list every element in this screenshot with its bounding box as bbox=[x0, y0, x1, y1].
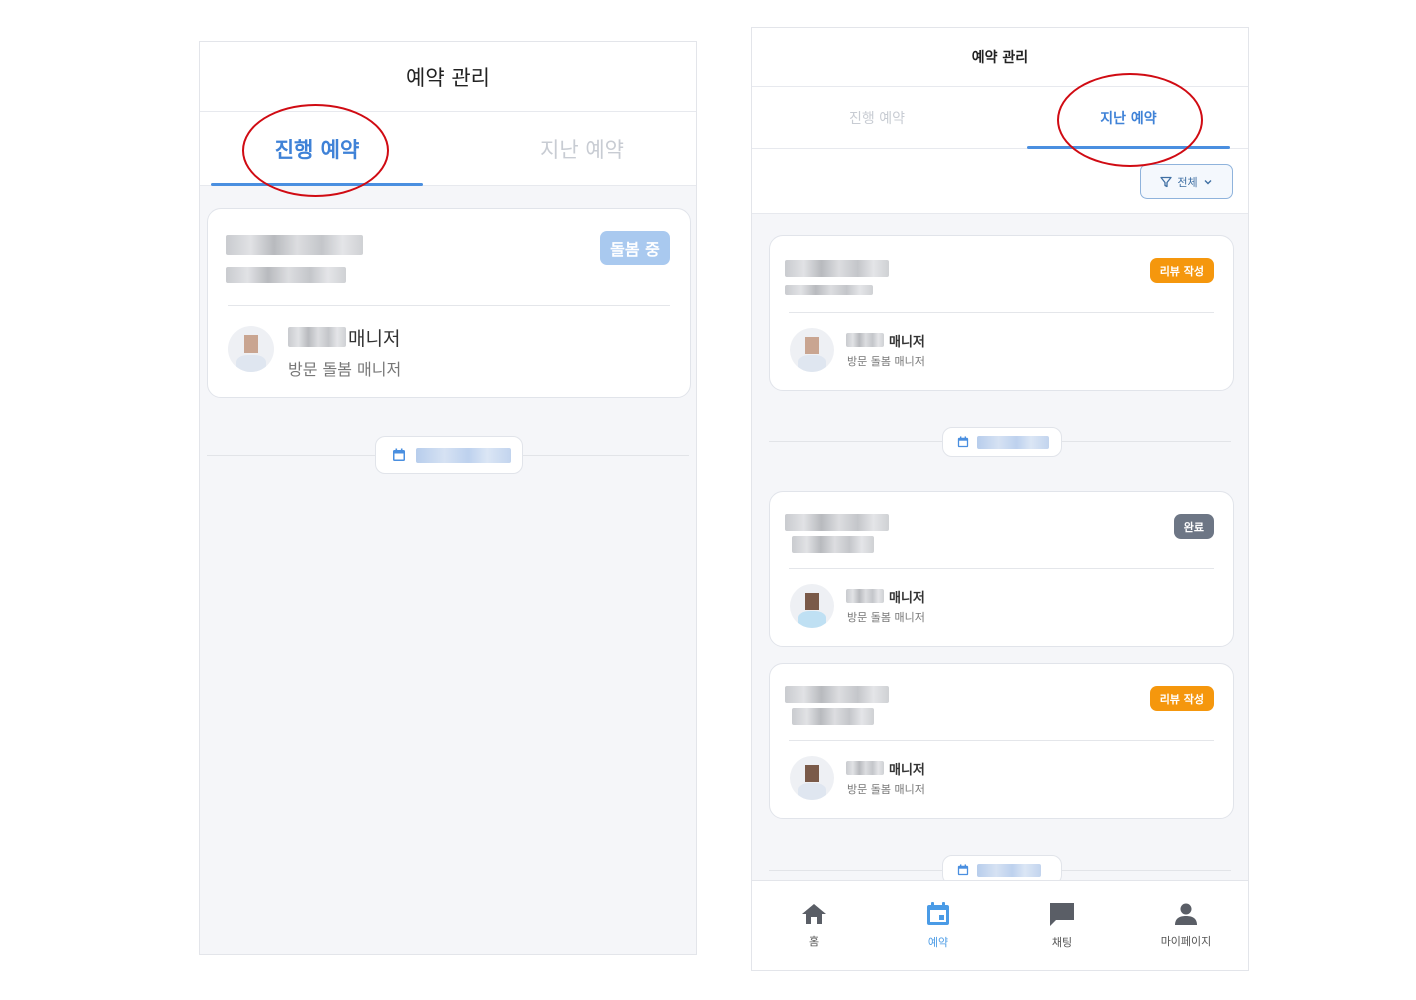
filter-label: 전체 bbox=[1177, 175, 1198, 189]
manager-title: 매니저 bbox=[889, 591, 925, 606]
review-button[interactable]: 리뷰 작성 bbox=[1149, 258, 1214, 283]
blurred-manager-name bbox=[288, 327, 346, 347]
manager-role: 방문 돌봄 매니저 bbox=[288, 360, 402, 379]
nav-reservation-label: 예약 bbox=[927, 936, 949, 949]
blurred-manager-name bbox=[846, 761, 884, 775]
blurred-reservation-title bbox=[226, 235, 363, 255]
card-divider bbox=[789, 312, 1214, 313]
bottom-navigation: 홈 예약 채팅 마이페이지 bbox=[752, 880, 1248, 970]
app-bar: 예약 관리 bbox=[752, 28, 1248, 87]
date-separator bbox=[942, 427, 1062, 457]
blurred-reservation-title bbox=[785, 686, 889, 703]
nav-reservation[interactable]: 예약 bbox=[876, 881, 1000, 970]
page-title: 예약 관리 bbox=[406, 65, 490, 90]
manager-avatar bbox=[790, 756, 834, 800]
date-separator bbox=[375, 436, 523, 474]
manager-avatar bbox=[228, 326, 274, 372]
card-divider bbox=[789, 740, 1214, 741]
highlight-circle-in-progress-tab bbox=[242, 104, 389, 197]
calendar-icon bbox=[957, 436, 969, 448]
card-divider bbox=[228, 305, 670, 306]
blurred-reservation-title bbox=[785, 514, 889, 531]
person-icon bbox=[1175, 903, 1197, 925]
tab-in-progress[interactable]: 진행 예약 bbox=[772, 87, 982, 148]
reservation-card[interactable]: 완료 매니저 방문 돌봄 매니저 bbox=[769, 491, 1234, 647]
app-bar: 예약 관리 bbox=[200, 42, 696, 112]
blurred-date bbox=[416, 447, 511, 463]
blurred-date bbox=[977, 435, 1049, 449]
nav-mypage-label: 마이페이지 bbox=[1160, 935, 1212, 948]
manager-avatar bbox=[790, 328, 834, 372]
card-divider bbox=[789, 568, 1214, 569]
blurred-reservation-time bbox=[785, 285, 873, 295]
chat-icon bbox=[1050, 903, 1074, 926]
review-button[interactable]: 리뷰 작성 bbox=[1149, 686, 1214, 711]
tab-past[interactable]: 지난 예약 bbox=[476, 112, 688, 185]
nav-chat-label: 채팅 bbox=[1051, 936, 1073, 949]
status-badge: 완료 bbox=[1173, 514, 1214, 539]
nav-home-label: 홈 bbox=[808, 935, 820, 948]
blurred-reservation-time bbox=[226, 267, 346, 283]
page-title: 예약 관리 bbox=[971, 50, 1029, 66]
manager-avatar bbox=[790, 584, 834, 628]
calendar-icon bbox=[393, 448, 405, 461]
status-badge: 돌봄 중 bbox=[600, 231, 670, 265]
reservation-card[interactable]: 돌봄 중 매니저 방문 돌봄 매니저 bbox=[207, 208, 691, 398]
blurred-reservation-time bbox=[792, 536, 874, 553]
nav-home[interactable]: 홈 bbox=[752, 881, 876, 970]
home-icon bbox=[802, 904, 826, 924]
calendar-icon bbox=[957, 864, 969, 876]
reservation-card[interactable]: 리뷰 작성 매니저 방문 돌봄 매니저 bbox=[769, 235, 1234, 391]
blurred-manager-name bbox=[846, 589, 884, 603]
filter-bar: 전체 bbox=[752, 149, 1248, 214]
past-reservations-screen: 예약 관리 진행 예약 지난 예약 전체 리뷰 작성 매니저 방문 돌봄 매니저 bbox=[751, 27, 1249, 971]
chevron-down-icon bbox=[1204, 179, 1212, 184]
highlight-circle-past-tab bbox=[1057, 73, 1203, 167]
blurred-date bbox=[977, 863, 1041, 877]
blurred-manager-name bbox=[846, 333, 884, 347]
manager-role: 방문 돌봄 매니저 bbox=[847, 611, 925, 624]
filter-dropdown-button[interactable]: 전체 bbox=[1140, 164, 1233, 199]
manager-role: 방문 돌봄 매니저 bbox=[847, 355, 925, 368]
blurred-reservation-time bbox=[792, 708, 874, 725]
filter-icon bbox=[1160, 176, 1173, 187]
manager-title: 매니저 bbox=[889, 335, 925, 350]
nav-mypage[interactable]: 마이페이지 bbox=[1124, 881, 1248, 970]
manager-title: 매니저 bbox=[348, 328, 401, 350]
reservation-card[interactable]: 리뷰 작성 매니저 방문 돌봄 매니저 bbox=[769, 663, 1234, 819]
manager-role: 방문 돌봄 매니저 bbox=[847, 783, 925, 796]
manager-title: 매니저 bbox=[889, 763, 925, 778]
nav-chat[interactable]: 채팅 bbox=[1000, 881, 1124, 970]
blurred-reservation-title bbox=[785, 260, 889, 277]
calendar-icon bbox=[927, 902, 949, 925]
